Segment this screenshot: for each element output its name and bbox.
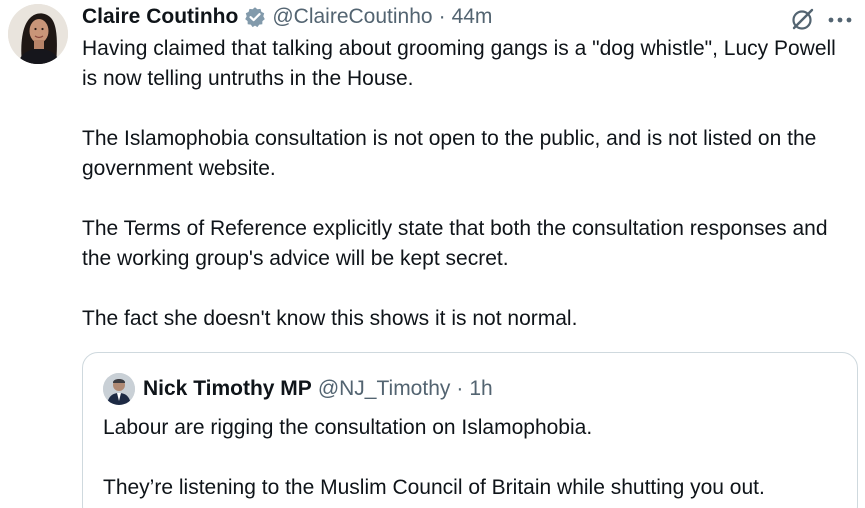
tweet-paragraph: The fact she doesn't know this shows it …: [82, 307, 578, 330]
tweet-paragraph: The Islamophobia consultation is not ope…: [82, 127, 817, 180]
tweet-paragraph: The Terms of Reference explicitly state …: [82, 217, 828, 270]
header-separator: ·: [438, 5, 446, 28]
quoted-tweet-paragraph: They’re listening to the Muslim Council …: [103, 476, 765, 499]
tweet-timestamp[interactable]: 44m: [452, 2, 493, 32]
author-display-name[interactable]: Claire Coutinho: [82, 2, 238, 32]
author-avatar[interactable]: [8, 4, 68, 64]
quoted-tweet-card[interactable]: Nick Timothy MP @NJ_Timothy · 1h Labour …: [82, 352, 858, 508]
tweet[interactable]: Claire Coutinho @ClaireCoutinho · 44m Ha…: [0, 0, 865, 508]
grok-icon[interactable]: [790, 6, 816, 32]
quoted-tweet-paragraph: Labour are rigging the consultation on I…: [103, 416, 593, 439]
tweet-header: Claire Coutinho @ClaireCoutinho · 44m: [82, 2, 492, 32]
avatar-image: [8, 4, 68, 64]
quoted-header-separator: ·: [456, 377, 464, 400]
tweet-text: Having claimed that talking about groomi…: [82, 34, 852, 334]
tweet-paragraph: Having claimed that talking about groomi…: [82, 37, 836, 90]
more-options-icon[interactable]: [823, 6, 857, 30]
quoted-tweet-text: Labour are rigging the consultation on I…: [103, 413, 843, 503]
author-handle[interactable]: @ClaireCoutinho: [272, 2, 432, 32]
quoted-tweet-timestamp: 1h: [469, 377, 493, 400]
quoted-author-handle: @NJ_Timothy: [317, 377, 451, 400]
quoted-author-display-name: Nick Timothy MP: [143, 377, 312, 400]
verified-badge-icon: [244, 6, 266, 28]
quoted-author-avatar: [103, 373, 135, 405]
quoted-tweet-header: Nick Timothy MP @NJ_Timothy · 1h: [103, 373, 493, 405]
